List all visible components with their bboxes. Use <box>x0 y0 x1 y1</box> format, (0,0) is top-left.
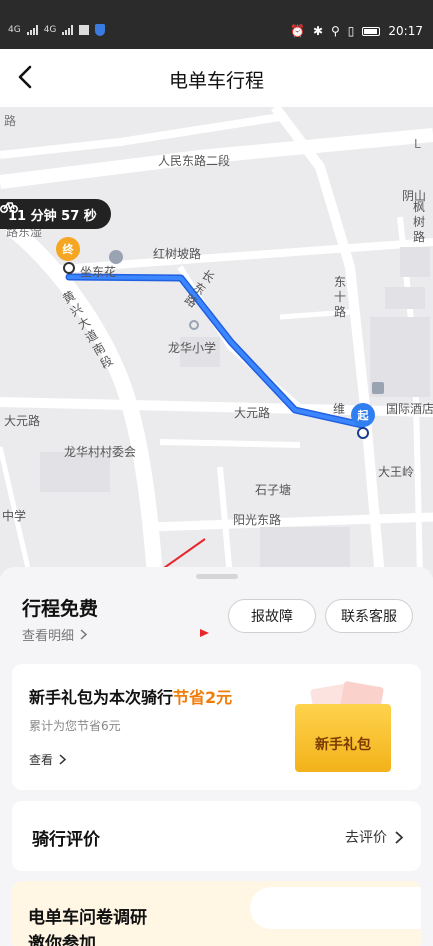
map-label-wei: 维 <box>333 402 346 416</box>
signal-icon-2 <box>62 25 74 35</box>
red-pointer-icon <box>200 629 209 637</box>
map-label-dayuan: 大元路 <box>234 406 271 420</box>
location-icon: ⚲ <box>331 24 340 38</box>
report-fault-button[interactable]: 报故障 <box>228 599 316 633</box>
chevron-right-icon <box>80 629 88 640</box>
vibrate-icon: ▯ <box>347 24 355 38</box>
map-label-clip-c: L <box>414 137 421 151</box>
status-right: ⏰ ✱ ⚲ ▯ 20:17 <box>290 24 423 38</box>
map-label-longhua-village: 龙华村村委会 <box>64 445 137 459</box>
network-label: 4G <box>8 25 21 35</box>
map-label-clip-b: 路 <box>4 114 17 128</box>
map-view[interactable]: 人民东路二段 红树坡路 龙华小学 大元路 大元路 龙华村村委会 石子塘 阳光东路… <box>0 107 433 577</box>
gift-headline-highlight: 节省2元 <box>173 688 233 707</box>
trip-sheet: 行程免费 查看明细 报故障 联系客服 新手礼包为本次骑行节省2元 累计为您节省6… <box>0 567 433 946</box>
page-title: 电单车行程 <box>168 70 264 92</box>
start-marker: 起 <box>351 403 375 427</box>
ride-rating-card[interactable]: 骑行评价 去评价 <box>12 801 421 871</box>
gift-card[interactable]: 新手礼包为本次骑行节省2元 累计为您节省6元 查看 新手礼包 <box>12 664 421 790</box>
map-label-renmin: 人民东路二段 <box>158 154 231 168</box>
map-label-yangguang: 阳光东路 <box>233 513 282 527</box>
end-marker: 终 <box>56 237 80 261</box>
map-label-zhong: 中学 <box>2 509 27 523</box>
clock: 20:17 <box>388 24 423 38</box>
view-detail-label: 查看明细 <box>22 629 75 644</box>
map-label-poi: 坐东花 <box>80 265 117 279</box>
map-label-dawangling: 大王岭 <box>378 465 415 479</box>
map-label-dayuan-2: 大元路 <box>4 414 41 428</box>
map-label-hongshu: 红树坡路 <box>153 247 202 261</box>
map-label-hotel: 国际酒店 <box>386 402 433 416</box>
map-label-longhua-school: 龙华小学 <box>168 341 217 355</box>
rate-button-label: 去评价 <box>345 830 387 846</box>
map-label-fengshu: 枫树路 <box>413 200 426 244</box>
gift-subtitle: 累计为您节省6元 <box>29 719 121 733</box>
ride-duration-badge: 11 分钟 57 秒 <box>0 199 111 229</box>
gift-view-link[interactable]: 查看 <box>29 751 67 768</box>
notification-icon <box>79 25 90 35</box>
view-detail-link[interactable]: 查看明细 <box>22 625 88 644</box>
gift-headline: 新手礼包为本次骑行节省2元 <box>29 684 232 708</box>
contact-service-button[interactable]: 联系客服 <box>325 599 413 633</box>
gift-headline-prefix: 新手礼包为本次骑行 <box>29 688 174 707</box>
status-bar: 4G 4G ⏰ ✱ ⚲ ▯ 20:17 <box>0 0 433 49</box>
bluetooth-icon: ✱ <box>312 24 323 38</box>
rate-button[interactable]: 去评价 <box>345 827 403 847</box>
nav-bar: 电单车行程 <box>0 49 433 107</box>
map-label-shizitang: 石子塘 <box>255 483 292 497</box>
map-roads <box>0 107 433 577</box>
floating-overlay[interactable]: 去 <box>250 887 421 929</box>
gift-pack-illustration: 新手礼包 <box>295 680 391 772</box>
gift-badge-label: 新手礼包 <box>315 737 371 753</box>
survey-subtitle: 邀你参加 <box>28 934 96 946</box>
survey-title: 电单车问卷调研 <box>28 908 147 928</box>
ride-duration: 11 分钟 57 秒 <box>8 208 97 224</box>
chevron-right-icon <box>395 830 403 844</box>
shield-icon <box>95 24 106 36</box>
battery-icon <box>362 26 381 36</box>
trip-fare: 行程免费 <box>22 598 99 620</box>
survey-card[interactable]: 电单车问卷调研 邀你参加 去 <box>12 881 421 946</box>
network-label-2: 4G <box>43 25 57 35</box>
signal-icon <box>26 25 38 35</box>
gift-view-label: 查看 <box>29 753 54 767</box>
rating-title: 骑行评价 <box>32 830 100 850</box>
map-label-dongshi: 东十路 <box>334 275 347 319</box>
alarm-icon: ⏰ <box>289 24 305 38</box>
sheet-drag-handle[interactable] <box>196 574 238 579</box>
chevron-right-icon <box>59 754 67 765</box>
bicycle-icon <box>0 202 18 213</box>
status-left: 4G 4G <box>8 24 106 36</box>
